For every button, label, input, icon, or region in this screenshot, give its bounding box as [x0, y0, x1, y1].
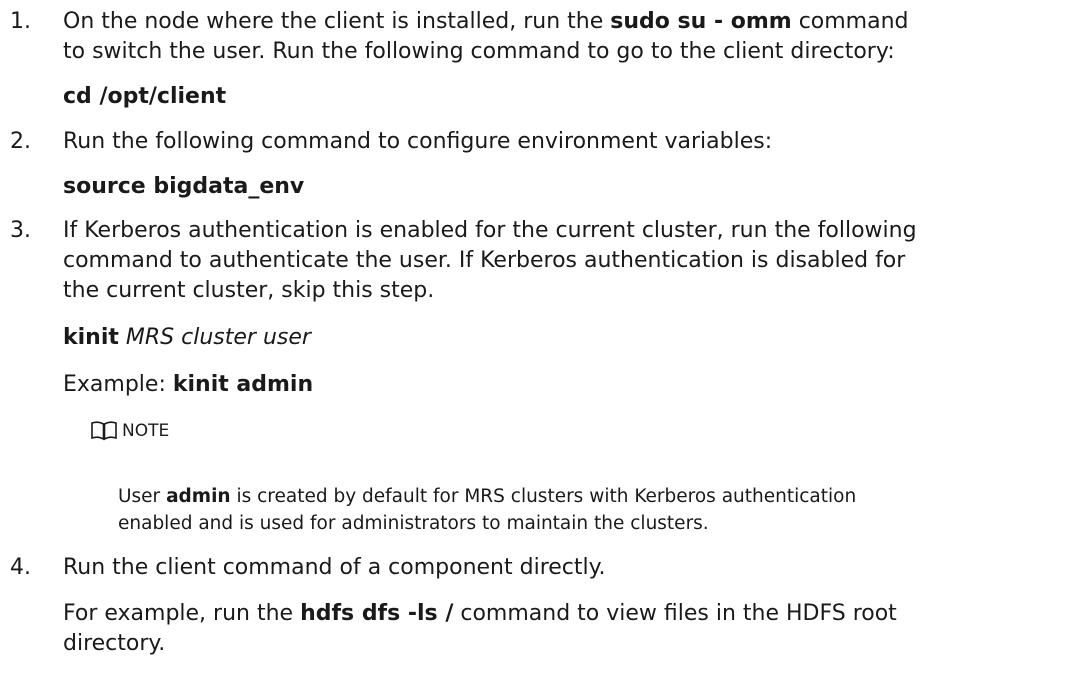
step-4-text-line-2: For example, run the hdfs dfs -ls / comm… [63, 601, 897, 626]
command-hdfs: hdfs dfs -ls / [300, 601, 454, 626]
step-3-example: Example: kinit admin [63, 372, 314, 397]
step-3-text-line-3: the current cluster, skip this step. [63, 278, 435, 303]
step-2-command: source bigdata_env [63, 174, 305, 199]
step-3-text-line-1: If Kerberos authentication is enabled fo… [63, 218, 917, 243]
note-header: NOTE [90, 420, 169, 442]
step-3-command: kinit MRS cluster user [63, 323, 311, 353]
note-text-line-1: User admin is created by default for MRS… [118, 486, 857, 507]
step-2-text: Run the following command to configure e… [63, 129, 773, 154]
step-3-number: 3. [10, 218, 31, 243]
step-4-text-line-1: Run the client command of a component di… [63, 555, 606, 580]
command-argument: MRS cluster user [125, 325, 311, 350]
note-label: NOTE [122, 421, 170, 441]
command-sudo-su: sudo su - omm [610, 9, 792, 34]
step-1-command: cd /opt/client [63, 84, 227, 109]
command-kinit: kinit [63, 325, 119, 350]
note-bold-admin: admin [166, 486, 231, 507]
example-command: kinit admin [172, 372, 314, 397]
step-1-text-line-1: On the node where the client is installe… [63, 9, 909, 34]
step-2-number: 2. [10, 129, 31, 154]
step-3-text-line-2: command to authenticate the user. If Ker… [63, 248, 906, 273]
book-icon [91, 421, 117, 441]
step-1-number: 1. [10, 9, 31, 34]
note-text-line-2: enabled and is used for administrators t… [118, 513, 709, 534]
step-4-number: 4. [10, 555, 31, 580]
document-page: 1. On the node where the client is insta… [0, 0, 1071, 673]
step-4-text-line-3: directory. [63, 631, 166, 656]
step-1-text-line-2: to switch the user. Run the following co… [63, 39, 895, 64]
